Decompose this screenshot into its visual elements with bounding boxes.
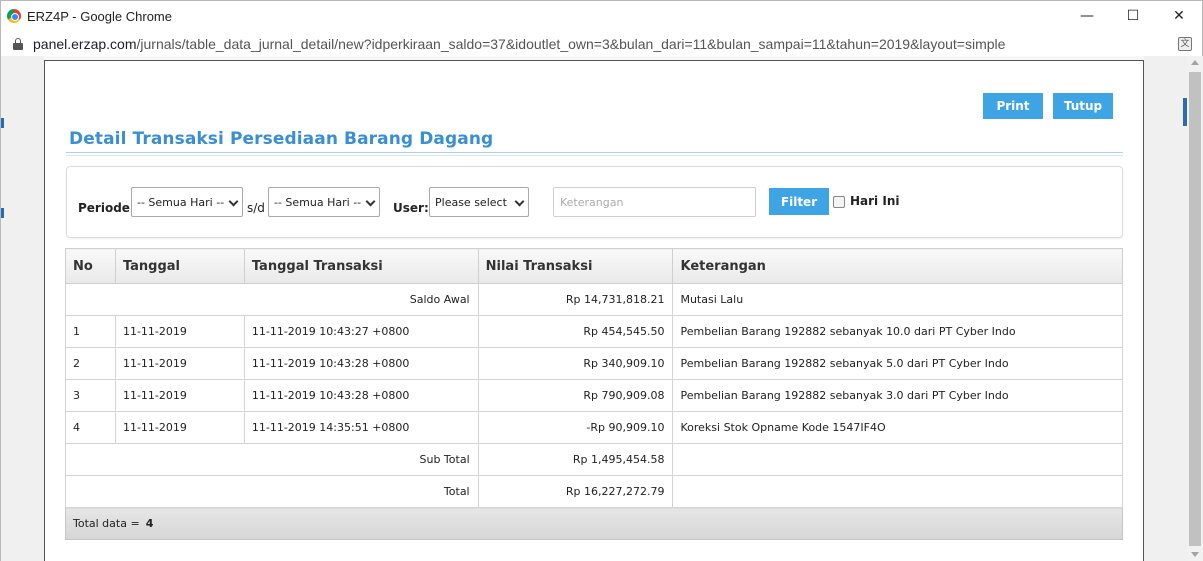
scroll-down-icon[interactable]: [1191, 552, 1199, 557]
table-footer-row: Total data = 4: [65, 507, 1123, 540]
keterangan-input[interactable]: Keterangan: [553, 187, 756, 217]
hari-ini-label[interactable]: Hari Ini: [850, 194, 899, 208]
chevron-down-icon: [514, 196, 525, 207]
row-keterangan: Pembelian Barang 192882 sebanyak 5.0 dar…: [672, 347, 1123, 380]
periode-to-value: -- Semua Hari --: [274, 195, 362, 209]
chevron-down-icon: [228, 196, 239, 207]
table-row: 1 11-11-2019 11-11-2019 10:43:27 +0800 R…: [65, 315, 1123, 348]
periode-from-value: -- Semua Hari --: [137, 195, 225, 209]
minimize-button[interactable]: —: [1064, 1, 1110, 31]
window-title: ERZ4P - Google Chrome: [27, 8, 172, 24]
row-tanggal-transaksi: 11-11-2019 14:35:51 +0800: [243, 411, 479, 444]
saldo-awal-value: Rp 14,731,818.21: [477, 283, 674, 316]
lock-icon[interactable]: [13, 37, 23, 50]
filter-button[interactable]: Filter: [769, 188, 829, 215]
user-label: User:: [393, 201, 429, 215]
periode-from-select[interactable]: -- Semua Hari --: [131, 187, 243, 217]
window-controls: — ☐ ✕: [1064, 1, 1202, 31]
header-tanggal-transaksi: Tanggal Transaksi: [243, 248, 479, 284]
close-window-button[interactable]: ✕: [1156, 1, 1202, 31]
translate-icon[interactable]: 文: [1178, 36, 1192, 51]
periode-to-select[interactable]: -- Semua Hari --: [268, 187, 380, 217]
row-tanggal: 11-11-2019: [114, 379, 245, 412]
periode-separator: s/d: [247, 201, 265, 215]
background-page-right: [1144, 56, 1187, 561]
total-data-count: 4: [145, 517, 154, 530]
row-keterangan: Koreksi Stok Opname Kode 1547IF4O: [672, 411, 1123, 444]
table-row: 4 11-11-2019 11-11-2019 14:35:51 +0800 -…: [65, 411, 1123, 444]
url-text[interactable]: panel.erzap.com/jurnals/table_data_jurna…: [33, 36, 1005, 52]
hari-ini-checkbox[interactable]: [833, 196, 845, 208]
total-note: [672, 475, 1123, 508]
address-bar[interactable]: panel.erzap.com/jurnals/table_data_jurna…: [0, 31, 1203, 56]
total-row: Total Rp 16,227,272.79: [65, 475, 1123, 508]
chevron-down-icon: [365, 196, 376, 207]
saldo-awal-row: Saldo Awal Rp 14,731,818.21 Mutasi Lalu: [65, 283, 1123, 316]
transactions-table: No Tanggal Tanggal Transaksi Nilai Trans…: [65, 248, 1123, 540]
total-data-cell: Total data = 4: [65, 507, 1123, 540]
row-no: 1: [65, 315, 116, 348]
row-no: 2: [65, 347, 116, 380]
print-button[interactable]: Print: [983, 93, 1043, 119]
row-nilai: Rp 454,545.50: [477, 315, 674, 348]
saldo-awal-label: Saldo Awal: [65, 283, 479, 316]
header-no: No: [65, 248, 116, 284]
saldo-awal-note: Mutasi Lalu: [672, 283, 1123, 316]
row-keterangan: Pembelian Barang 192882 sebanyak 3.0 dar…: [672, 379, 1123, 412]
close-button[interactable]: Tutup: [1053, 93, 1113, 119]
row-nilai: -Rp 90,909.10: [477, 411, 674, 444]
subtotal-row: Sub Total Rp 1,495,454.58: [65, 443, 1123, 476]
url-host: panel.erzap.com: [33, 35, 137, 52]
row-no: 4: [65, 411, 116, 444]
table-row: 3 11-11-2019 11-11-2019 10:43:28 +0800 R…: [65, 379, 1123, 412]
user-select-value: Please select: [435, 195, 507, 209]
background-page-left: [1, 56, 44, 561]
maximize-button[interactable]: ☐: [1110, 1, 1156, 31]
subtotal-label: Sub Total: [65, 443, 479, 476]
page-title: Detail Transaksi Persediaan Barang Dagan…: [69, 129, 494, 149]
row-no: 3: [65, 379, 116, 412]
row-tanggal: 11-11-2019: [114, 315, 245, 348]
url-path: /jurnals/table_data_jurnal_detail/new?id…: [136, 35, 1006, 52]
subtotal-value: Rp 1,495,454.58: [477, 443, 674, 476]
table-row: 2 11-11-2019 11-11-2019 10:43:28 +0800 R…: [65, 347, 1123, 380]
row-nilai: Rp 340,909.10: [477, 347, 674, 380]
page-viewport: Print Tutup Detail Transaksi Persediaan …: [0, 56, 1203, 561]
header-nilai-transaksi: Nilai Transaksi: [477, 248, 674, 284]
total-data-label: Total data =: [73, 517, 140, 530]
row-tanggal: 11-11-2019: [114, 411, 245, 444]
table-header-row: No Tanggal Tanggal Transaksi Nilai Trans…: [65, 248, 1123, 284]
row-tanggal: 11-11-2019: [114, 347, 245, 380]
row-nilai: Rp 790,909.08: [477, 379, 674, 412]
filter-form: Periode: -- Semua Hari -- s/d -- Semua H…: [66, 166, 1123, 238]
row-tanggal-transaksi: 11-11-2019 10:43:28 +0800: [243, 379, 479, 412]
row-tanggal-transaksi: 11-11-2019 10:43:27 +0800: [243, 315, 479, 348]
row-tanggal-transaksi: 11-11-2019 10:43:28 +0800: [243, 347, 479, 380]
row-keterangan: Pembelian Barang 192882 sebanyak 10.0 da…: [672, 315, 1123, 348]
periode-label: Periode:: [78, 201, 135, 215]
subtotal-note: [672, 443, 1123, 476]
total-label: Total: [65, 475, 479, 508]
scroll-up-icon[interactable]: [1191, 60, 1199, 65]
window-titlebar: ERZ4P - Google Chrome — ☐ ✕: [0, 0, 1203, 31]
total-value: Rp 16,227,272.79: [477, 475, 674, 508]
header-keterangan: Keterangan: [672, 248, 1123, 284]
vertical-scrollbar[interactable]: [1187, 56, 1203, 561]
keterangan-placeholder: Keterangan: [560, 195, 624, 209]
header-tanggal: Tanggal: [114, 248, 245, 284]
chrome-logo-icon: [7, 9, 21, 23]
title-divider: [66, 152, 1123, 156]
scroll-thumb[interactable]: [1189, 72, 1201, 546]
user-select[interactable]: Please select: [429, 187, 529, 217]
journal-detail-panel: Print Tutup Detail Transaksi Persediaan …: [44, 60, 1144, 561]
